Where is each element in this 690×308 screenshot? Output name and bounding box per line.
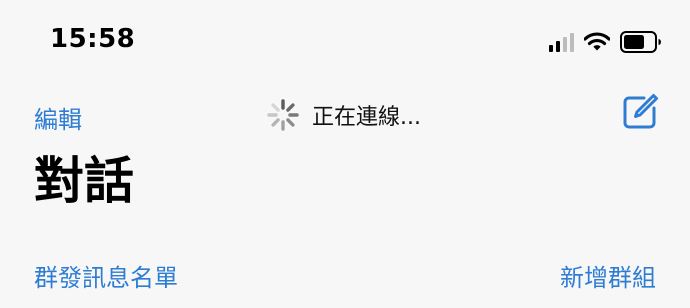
page-title: 對話 (34, 152, 134, 210)
navigation-bar: 編輯 正在連線... (0, 80, 690, 152)
edit-button[interactable]: 編輯 (34, 100, 82, 135)
connection-status: 正在連線... (266, 98, 421, 132)
connection-status-text: 正在連線... (312, 105, 421, 130)
status-icons (549, 28, 662, 56)
status-time: 15:58 (50, 24, 136, 54)
wifi-icon (584, 32, 610, 51)
status-bar: 15:58 (0, 0, 690, 80)
new-group-button[interactable]: 新增群組 (560, 258, 656, 293)
cellular-signal-icon (549, 32, 574, 52)
action-row: 群發訊息名單 新增群組 (0, 256, 690, 296)
battery-icon (620, 31, 661, 53)
compose-icon[interactable] (620, 92, 660, 132)
broadcast-lists-button[interactable]: 群發訊息名單 (34, 258, 178, 293)
spinner-icon (267, 99, 299, 131)
